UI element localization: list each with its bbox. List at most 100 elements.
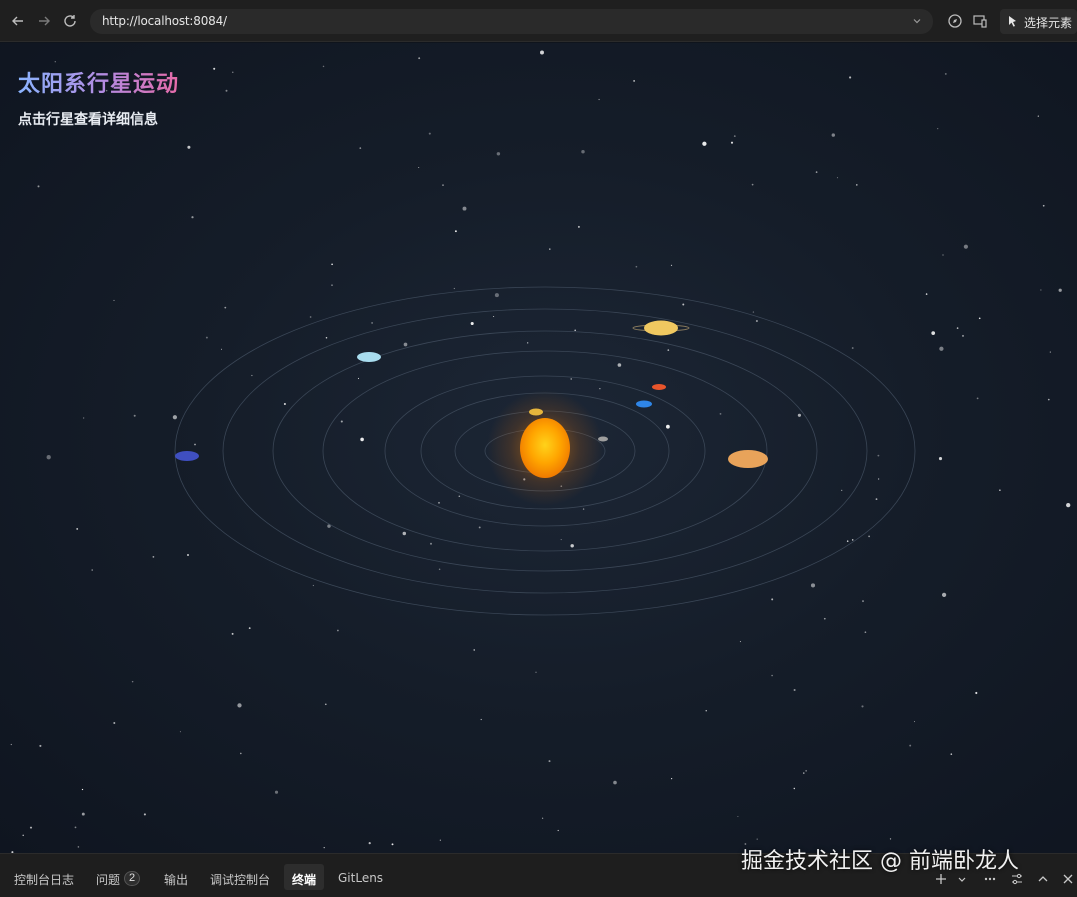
- planet-mercury[interactable]: [598, 436, 608, 442]
- star: [560, 539, 562, 541]
- close-icon[interactable]: [1061, 872, 1075, 886]
- star: [944, 72, 947, 75]
- star: [478, 526, 481, 529]
- tab-debug-console[interactable]: 调试控制台: [210, 871, 270, 888]
- forward-icon[interactable]: [36, 13, 52, 29]
- star: [340, 420, 343, 423]
- star: [37, 185, 40, 188]
- star: [224, 306, 227, 309]
- star: [962, 334, 964, 337]
- chevron-down-icon[interactable]: [911, 14, 923, 26]
- address-bar[interactable]: http://localhost:8084/: [90, 9, 933, 34]
- star: [1058, 288, 1062, 292]
- star: [331, 263, 333, 266]
- star: [324, 703, 327, 706]
- compass-icon[interactable]: [947, 13, 963, 29]
- star: [939, 346, 944, 351]
- cursor-select-icon: [1006, 14, 1020, 28]
- star: [751, 183, 754, 186]
- star: [570, 544, 574, 548]
- reload-icon[interactable]: [62, 13, 78, 29]
- planet-venus[interactable]: [529, 408, 543, 416]
- star: [909, 744, 912, 747]
- star: [91, 569, 93, 571]
- star: [357, 377, 360, 380]
- star: [793, 787, 796, 790]
- tab-problems[interactable]: 问题: [96, 871, 120, 888]
- star: [1049, 351, 1051, 353]
- star: [666, 424, 670, 429]
- pick-element-label: 选择元素: [1024, 16, 1073, 30]
- sun[interactable]: [520, 418, 570, 478]
- star: [493, 315, 495, 318]
- planet-uranus[interactable]: [357, 352, 381, 362]
- planet-mars[interactable]: [652, 384, 666, 390]
- star: [470, 321, 474, 326]
- star: [599, 388, 601, 390]
- page-subtitle: 点击行星查看详细信息: [18, 111, 158, 127]
- star: [442, 184, 444, 186]
- star: [582, 508, 585, 510]
- star: [225, 89, 228, 92]
- star: [81, 812, 85, 816]
- star: [496, 152, 501, 156]
- star: [548, 760, 551, 763]
- star: [805, 770, 807, 772]
- star: [187, 554, 189, 556]
- chevron-up-icon[interactable]: [1036, 872, 1050, 886]
- star: [810, 583, 816, 588]
- star: [671, 778, 673, 780]
- star: [237, 703, 242, 708]
- star: [877, 454, 880, 457]
- star: [861, 705, 864, 708]
- star: [54, 61, 56, 63]
- planet-saturn[interactable]: [632, 320, 690, 336]
- star: [29, 826, 33, 829]
- star: [771, 598, 774, 601]
- solar-system-scene: [10, 50, 1071, 853]
- star: [1042, 204, 1045, 207]
- star: [931, 331, 936, 335]
- pick-element-button[interactable]: 选择元素: [1000, 9, 1077, 34]
- star: [976, 397, 979, 400]
- tab-output[interactable]: 输出: [164, 871, 188, 888]
- star: [439, 839, 441, 841]
- planet-earth[interactable]: [636, 400, 652, 408]
- star: [39, 744, 42, 747]
- star: [527, 342, 529, 344]
- star: [152, 556, 155, 558]
- star: [975, 691, 978, 695]
- star: [803, 772, 805, 774]
- star: [755, 319, 758, 323]
- star: [213, 67, 216, 70]
- star: [841, 489, 843, 492]
- star: [179, 731, 181, 733]
- star: [46, 455, 51, 460]
- star: [549, 248, 551, 250]
- star: [430, 542, 432, 545]
- planet-jupiter[interactable]: [728, 450, 768, 468]
- back-icon[interactable]: [10, 13, 26, 29]
- problems-count-badge: 2: [124, 871, 140, 886]
- star: [978, 317, 981, 320]
- star: [849, 76, 852, 79]
- star: [667, 349, 670, 351]
- tab-terminal[interactable]: 终端: [292, 871, 316, 888]
- star: [831, 133, 835, 137]
- tab-gitlens[interactable]: GitLens: [338, 871, 383, 885]
- tab-console-log[interactable]: 控制台日志: [14, 871, 74, 888]
- star: [251, 374, 253, 377]
- star: [274, 790, 279, 794]
- star: [428, 132, 431, 135]
- star: [733, 135, 736, 137]
- star: [371, 321, 374, 324]
- star: [541, 817, 544, 819]
- star: [77, 846, 80, 848]
- star: [83, 417, 85, 419]
- device-emulation-icon[interactable]: [972, 13, 988, 29]
- planet-neptune[interactable]: [175, 451, 199, 461]
- star: [836, 177, 839, 179]
- star: [535, 671, 537, 674]
- browser-toolbar: http://localhost:8084/ 选择元素: [0, 0, 1077, 42]
- star: [797, 413, 801, 417]
